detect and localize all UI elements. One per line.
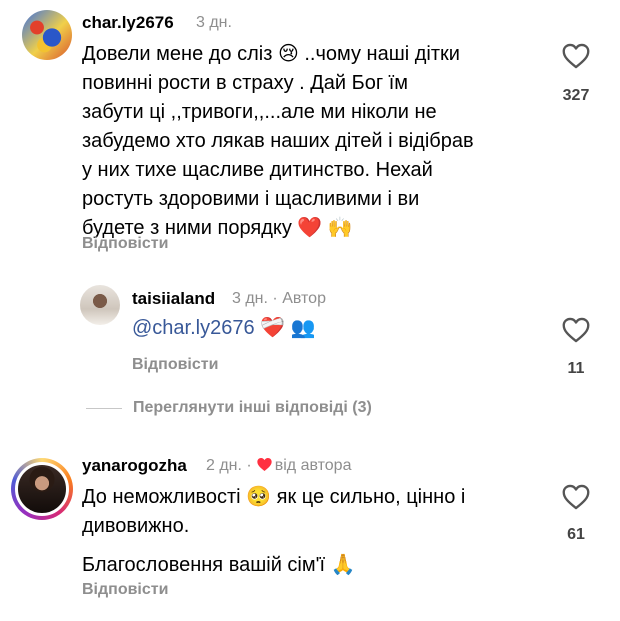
separator: · bbox=[246, 457, 252, 474]
reply-button[interactable]: Відповісти bbox=[82, 581, 168, 599]
comment-line: До неможливості 🥺 як це сильно, цінно і bbox=[82, 486, 466, 508]
like-count: 61 bbox=[567, 526, 585, 543]
like-count: 327 bbox=[562, 87, 590, 104]
comment-line: дивовижно. bbox=[82, 515, 190, 537]
heart-outline-icon[interactable] bbox=[562, 484, 590, 510]
heart-outline-icon[interactable] bbox=[562, 43, 590, 69]
comment-line: у них тихе щасливе дитинство. Нехай bbox=[82, 159, 433, 181]
heart-filled-icon bbox=[257, 458, 272, 471]
comment-line: Довели мене до сліз 😢 ..чому наші дітки bbox=[82, 43, 460, 65]
reply-button[interactable]: Відповісти bbox=[82, 235, 168, 253]
avatar[interactable] bbox=[80, 285, 120, 325]
comment-meta: 2 дн. · від автора bbox=[206, 457, 351, 475]
comment-line: забудемо хто лякав наших дітей і відібра… bbox=[82, 130, 474, 152]
comment-line: забути ці ,,тривоги,,...але ми ніколи не bbox=[82, 101, 437, 123]
liked-by-author-label: від автора bbox=[274, 457, 352, 474]
comment-line: повинні рости в страху . Дай Бог їм bbox=[82, 72, 409, 94]
comment-line: ростуть здоровими і щасливими і ви bbox=[82, 188, 420, 210]
reply-button[interactable]: Відповісти bbox=[132, 356, 218, 374]
like-count: 11 bbox=[567, 360, 585, 377]
view-more-replies-button[interactable]: Переглянути інші відповіді (3) bbox=[133, 399, 372, 417]
separator: · bbox=[272, 290, 278, 307]
comment-username[interactable]: char.ly2676 bbox=[82, 13, 174, 33]
author-badge: Автор bbox=[282, 290, 326, 307]
comment-text: До неможливості 🥺 як це сильно, цінно і … bbox=[82, 483, 465, 580]
avatar[interactable] bbox=[22, 10, 72, 60]
comment-text: @char.ly2676 ❤️‍🩹 👥 bbox=[132, 314, 316, 343]
avatar[interactable] bbox=[15, 462, 69, 516]
comment-timestamp: 3 дн. bbox=[232, 290, 268, 307]
comment-timestamp: 2 дн. bbox=[206, 457, 242, 474]
divider bbox=[86, 408, 122, 409]
comment-text: Довели мене до сліз 😢 ..чому наші дітки … bbox=[82, 40, 474, 243]
comment-username[interactable]: yanarogozha bbox=[82, 456, 187, 476]
comment-username[interactable]: taisiialand bbox=[132, 289, 215, 309]
heart-outline-icon[interactable] bbox=[562, 317, 590, 343]
mention-link[interactable]: @char.ly2676 bbox=[132, 317, 255, 339]
reply-meta: 3 дн. · Автор bbox=[232, 290, 326, 308]
comment-timestamp: 3 дн. bbox=[196, 14, 232, 31]
comment-emojis: ❤️‍🩹 👥 bbox=[260, 317, 316, 339]
comment-line: Благословення вашій сім'ї 🙏 bbox=[82, 554, 356, 576]
